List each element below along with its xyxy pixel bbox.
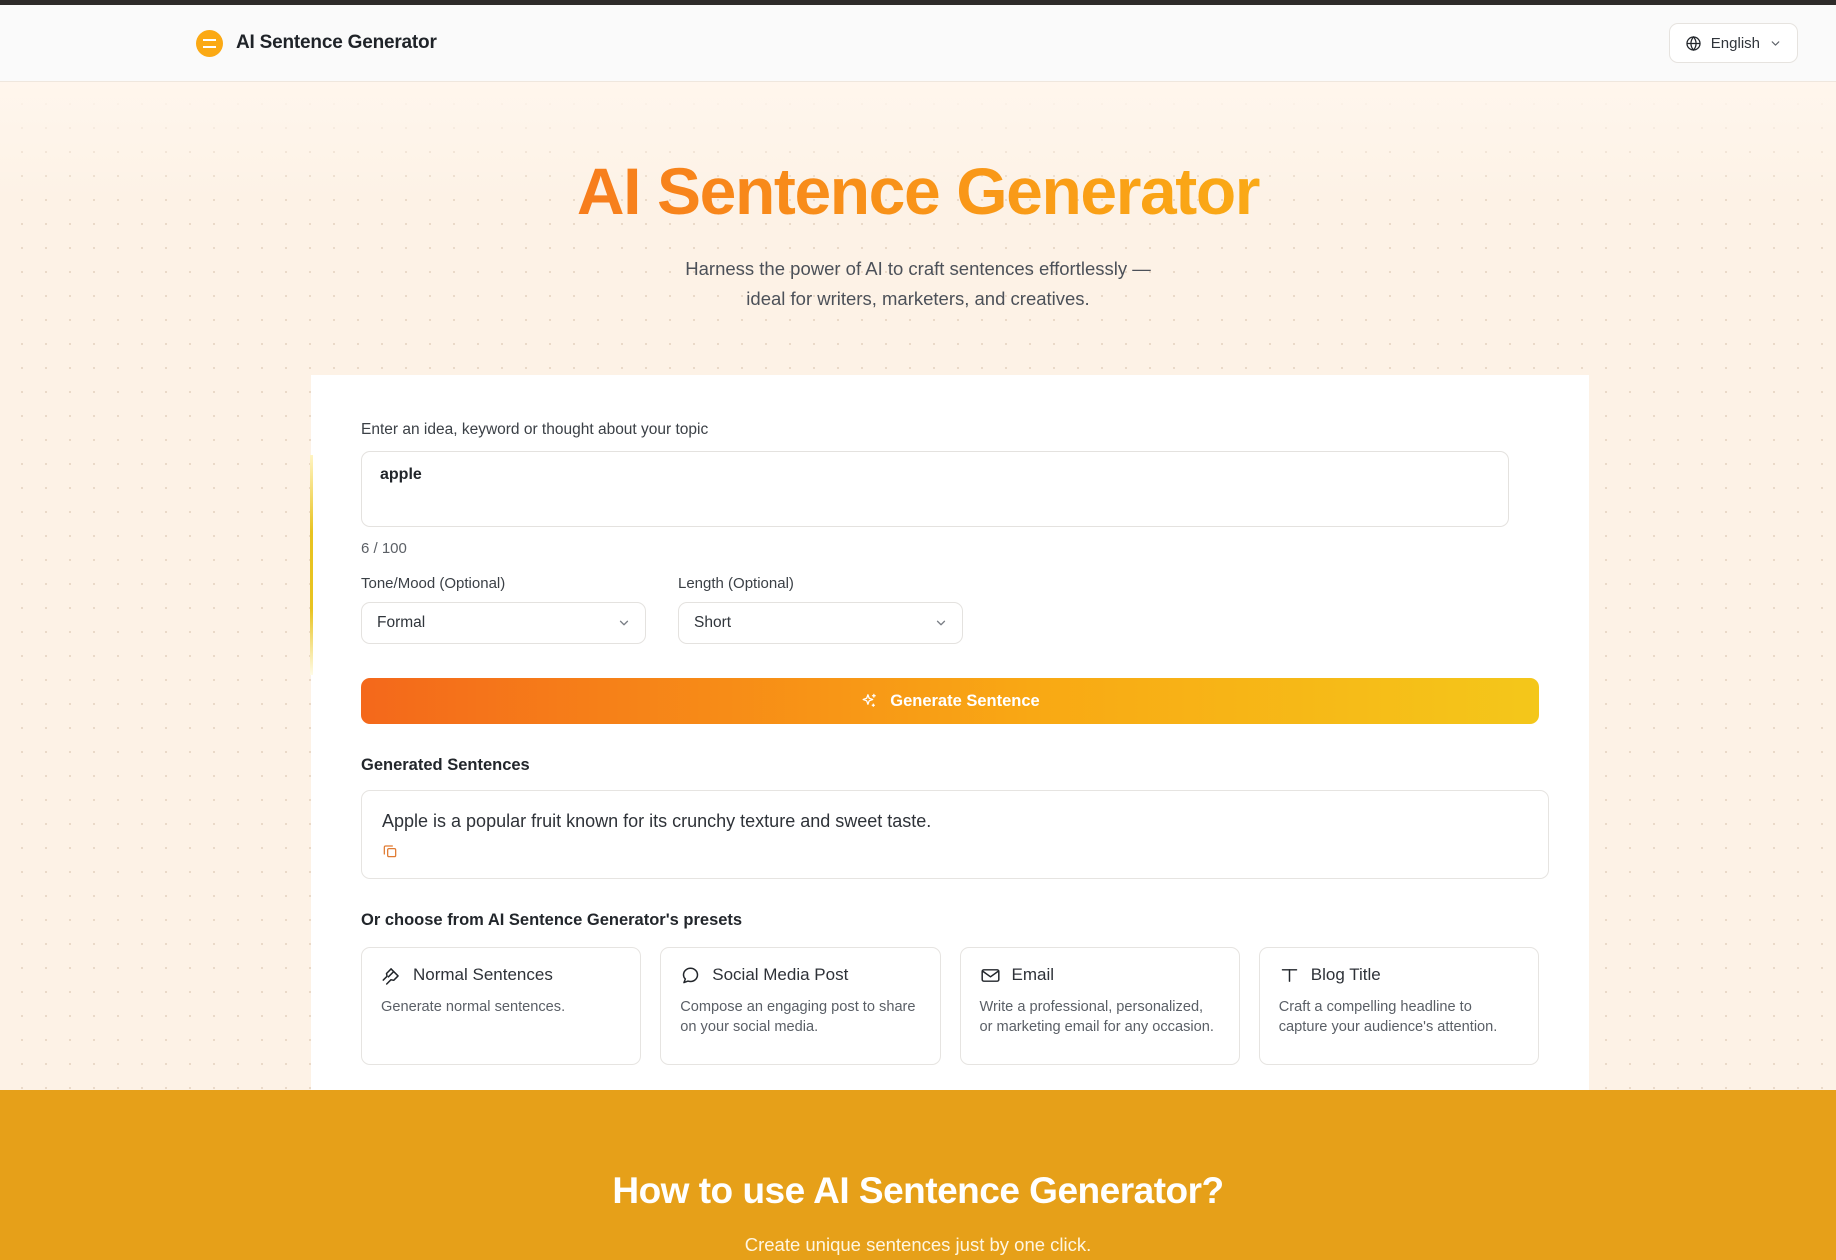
preset-desc: Compose an engaging post to share on you… [680, 998, 916, 1036]
preset-card-email[interactable]: Email Write a professional, personalized… [959, 946, 1240, 1065]
preset-desc: Generate normal sentences. [381, 998, 566, 1015]
language-selector[interactable]: English [1668, 23, 1798, 63]
site-header: AI Sentence Generator English [0, 5, 1836, 82]
chat-bubble-icon [683, 967, 699, 983]
brand-name: AI Sentence Generator [236, 32, 437, 53]
text-type-icon [1281, 968, 1297, 982]
topic-field-label: Enter an idea, keyword or thought about … [361, 421, 709, 438]
tone-label: Tone/Mood (Optional) [361, 575, 506, 592]
preset-desc: Write a professional, personalized, or m… [979, 998, 1214, 1036]
how-to-subtitle: Create unique sentences just by one clic… [744, 1234, 1092, 1255]
preset-card-blog-title[interactable]: Blog Title Craft a compelling headline t… [1258, 946, 1539, 1065]
preset-head: Social Media Post [680, 965, 920, 986]
copy-icon [383, 844, 397, 857]
topic-input[interactable] [361, 451, 1509, 527]
preset-head: Email [980, 965, 1220, 986]
how-to-section: How to use AI Sentence Generator? Create… [0, 1090, 1836, 1260]
chevron-down-icon [619, 620, 629, 626]
preset-name: Normal Sentences [413, 965, 553, 985]
envelope-icon [980, 968, 1000, 982]
tone-select[interactable]: Formal [361, 602, 646, 644]
generated-sentence-text: Apple is a popular fruit known for its c… [382, 811, 932, 831]
circle-minus-icon [196, 29, 223, 57]
preset-card-normal-sentences[interactable]: Normal Sentences Generate normal sentenc… [361, 946, 642, 1065]
preset-desc: Craft a compelling headline to capture y… [1278, 998, 1498, 1036]
tone-field-group: Tone/Mood (Optional) Formal [361, 575, 646, 644]
presets-row: Normal Sentences Generate normal sentenc… [361, 946, 1539, 1065]
chevron-down-icon [936, 620, 946, 626]
presets-title: Or choose from AI Sentence Generator's p… [361, 910, 743, 929]
generated-sentence-card: Apple is a popular fruit known for its c… [361, 790, 1549, 879]
generated-sentences-title: Generated Sentences [361, 756, 530, 774]
card-accent-line [310, 455, 313, 675]
chevron-down-icon [1771, 40, 1780, 46]
length-label: Length (Optional) [678, 575, 794, 592]
brand-logo-link[interactable]: AI Sentence Generator [196, 29, 437, 57]
preset-head: Normal Sentences [381, 965, 621, 986]
generate-sentence-label: Generate Sentence [890, 691, 1040, 710]
copy-sentence-button[interactable] [382, 843, 398, 859]
length-select[interactable]: Short [678, 602, 963, 644]
preset-card-social-media-post[interactable]: Social Media Post Compose an engaging po… [660, 946, 941, 1065]
hero-subtitle: Harness the power of AI to craft sentenc… [0, 254, 1836, 314]
preset-name: Email [1011, 965, 1055, 985]
page-title: AI Sentence Generator [0, 154, 1836, 229]
language-label: English [1710, 34, 1760, 52]
page-root: AI Sentence Generator English AI Sentenc… [0, 0, 1836, 1260]
hero-subtitle-line-2: ideal for writers, marketers, and creati… [746, 287, 1090, 309]
length-value: Short [694, 614, 732, 631]
character-counter: 6 / 100 [361, 540, 407, 557]
pen-nib-icon [382, 967, 399, 985]
preset-head: Blog Title [1279, 965, 1519, 986]
options-row: Tone/Mood (Optional) Formal Length (Opti… [361, 575, 1539, 644]
header-inner: AI Sentence Generator English [0, 5, 1836, 81]
globe-icon [1686, 35, 1701, 51]
length-field-group: Length (Optional) Short [678, 575, 963, 644]
tone-value: Formal [377, 614, 426, 631]
hero-subtitle-line-1: Harness the power of AI to craft sentenc… [685, 258, 1151, 279]
browser-chrome-strip [0, 0, 1836, 5]
preset-name: Blog Title [1310, 965, 1381, 985]
generator-tool-card: Enter an idea, keyword or thought about … [310, 375, 1589, 1107]
generate-sentence-button[interactable]: Generate Sentence [361, 678, 1539, 724]
how-to-title: How to use AI Sentence Generator? [612, 1170, 1224, 1211]
sparkles-icon [862, 693, 877, 707]
preset-name: Social Media Post [712, 965, 849, 985]
